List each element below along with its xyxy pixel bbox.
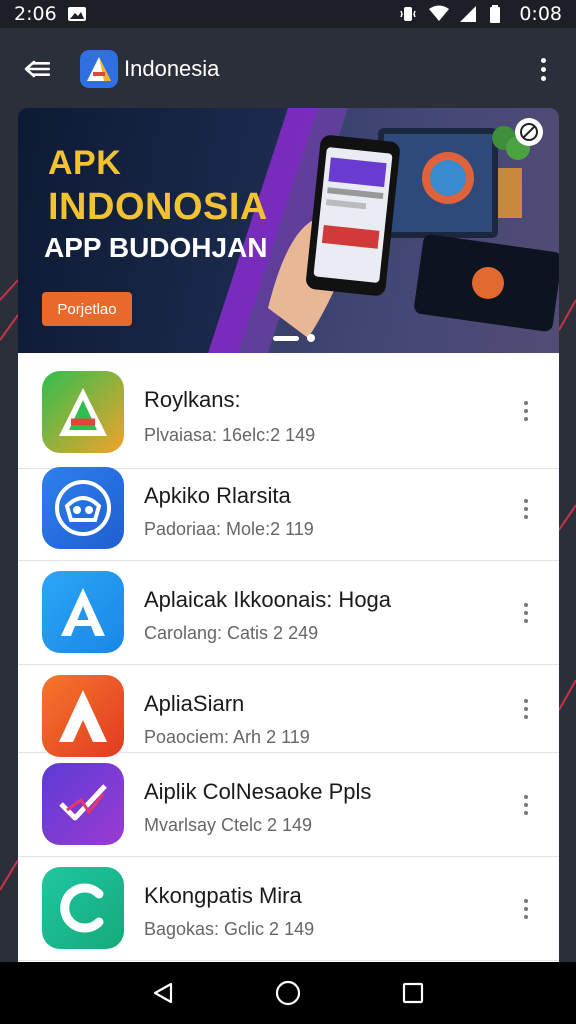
app-list-item[interactable]: Apkiko Rlarsita Padoriaa: Mole:2 119: [18, 457, 559, 561]
green-orange-a-icon[interactable]: [42, 371, 124, 453]
app-name: Kkongpatis Mira: [144, 883, 302, 908]
promo-banner[interactable]: APK INDONOSIA APP BUDOHJAN Porjetlao: [18, 108, 559, 353]
app-list-item[interactable]: Aplaicak Ikkoonais: Hoga Carolang: Catis …: [18, 561, 559, 665]
status-bar: 2:06 0:08: [0, 0, 576, 28]
app-meta: Mvarlsay Ctelc 2 149: [144, 815, 313, 835]
carousel-indicator: [273, 334, 315, 342]
app-name: ApliaSiarn: [144, 691, 245, 716]
banner-title-line1: APK: [48, 144, 122, 182]
more-vert-icon[interactable]: [519, 396, 533, 426]
app-title: Indonesia: [124, 56, 220, 81]
app-bar: Indonesia: [0, 28, 576, 110]
app-meta: Poaociem: Arh 2 119: [144, 727, 310, 747]
app-list-item[interactable]: Roylkans: Plvaiasa: 16elc:2 149: [18, 353, 559, 469]
app-list-item[interactable]: Aiplik ColNesaoke Ppls Mvarlsay Ctelc 2 1…: [18, 753, 559, 857]
menu-icon[interactable]: [18, 49, 58, 89]
image-notification-icon: [67, 5, 87, 23]
more-vert-icon[interactable]: [519, 790, 533, 820]
app-list-item[interactable]: ApliaSiarn Poaociem: Arh 2 119: [18, 665, 559, 757]
app-list-item[interactable]: Kkongpatis Mira Bagokas: Gclic 2 149: [18, 857, 559, 961]
recents-icon[interactable]: [393, 973, 433, 1013]
more-vert-icon[interactable]: [519, 894, 533, 924]
purple-check-icon[interactable]: [42, 763, 124, 845]
status-time-left: 2:06: [14, 3, 57, 25]
navigation-bar: [0, 962, 576, 1024]
no-ads-icon[interactable]: [515, 118, 543, 146]
green-c-icon[interactable]: [42, 867, 124, 949]
banner-title-line2: INDONOSIA: [48, 186, 268, 228]
signal-icon: [459, 5, 479, 23]
app-meta: Plvaiasa: 16elc:2 149: [144, 425, 316, 445]
carousel-dot[interactable]: [307, 334, 315, 342]
more-vert-icon[interactable]: [528, 49, 558, 89]
status-time-right: 0:08: [519, 3, 562, 25]
app-logo-icon: [80, 50, 118, 88]
carousel-dot-active[interactable]: [273, 335, 299, 341]
app-name: Apkiko Rlarsita: [144, 483, 291, 508]
battery-icon: [489, 5, 509, 23]
app-list: Roylkans: Plvaiasa: 16elc:2 149 Apkiko Rla…: [18, 353, 559, 963]
orange-red-a-icon[interactable]: [42, 675, 124, 757]
blue-circle-logo-icon[interactable]: [42, 467, 124, 549]
app-name: Aplaicak Ikkoonais: Hoga: [144, 587, 392, 612]
back-icon[interactable]: [143, 973, 183, 1013]
banner-cta-button[interactable]: Porjetlao: [42, 292, 132, 326]
home-icon[interactable]: [268, 973, 308, 1013]
app-meta: Carolang: Catis 2 249: [144, 623, 319, 643]
vibrate-icon: [399, 5, 419, 23]
blue-a-icon[interactable]: [42, 571, 124, 653]
more-vert-icon[interactable]: [519, 694, 533, 724]
wifi-icon: [429, 5, 450, 23]
app-name: Roylkans:: [144, 387, 241, 412]
app-name: Aiplik ColNesaoke Ppls: [144, 779, 372, 804]
more-vert-icon[interactable]: [519, 494, 533, 524]
more-vert-icon[interactable]: [519, 598, 533, 628]
app-meta: Bagokas: Gclic 2 149: [144, 919, 315, 939]
banner-title-line3: APP BUDOHJAN: [44, 232, 268, 263]
app-meta: Padoriaa: Mole:2 119: [144, 519, 314, 539]
